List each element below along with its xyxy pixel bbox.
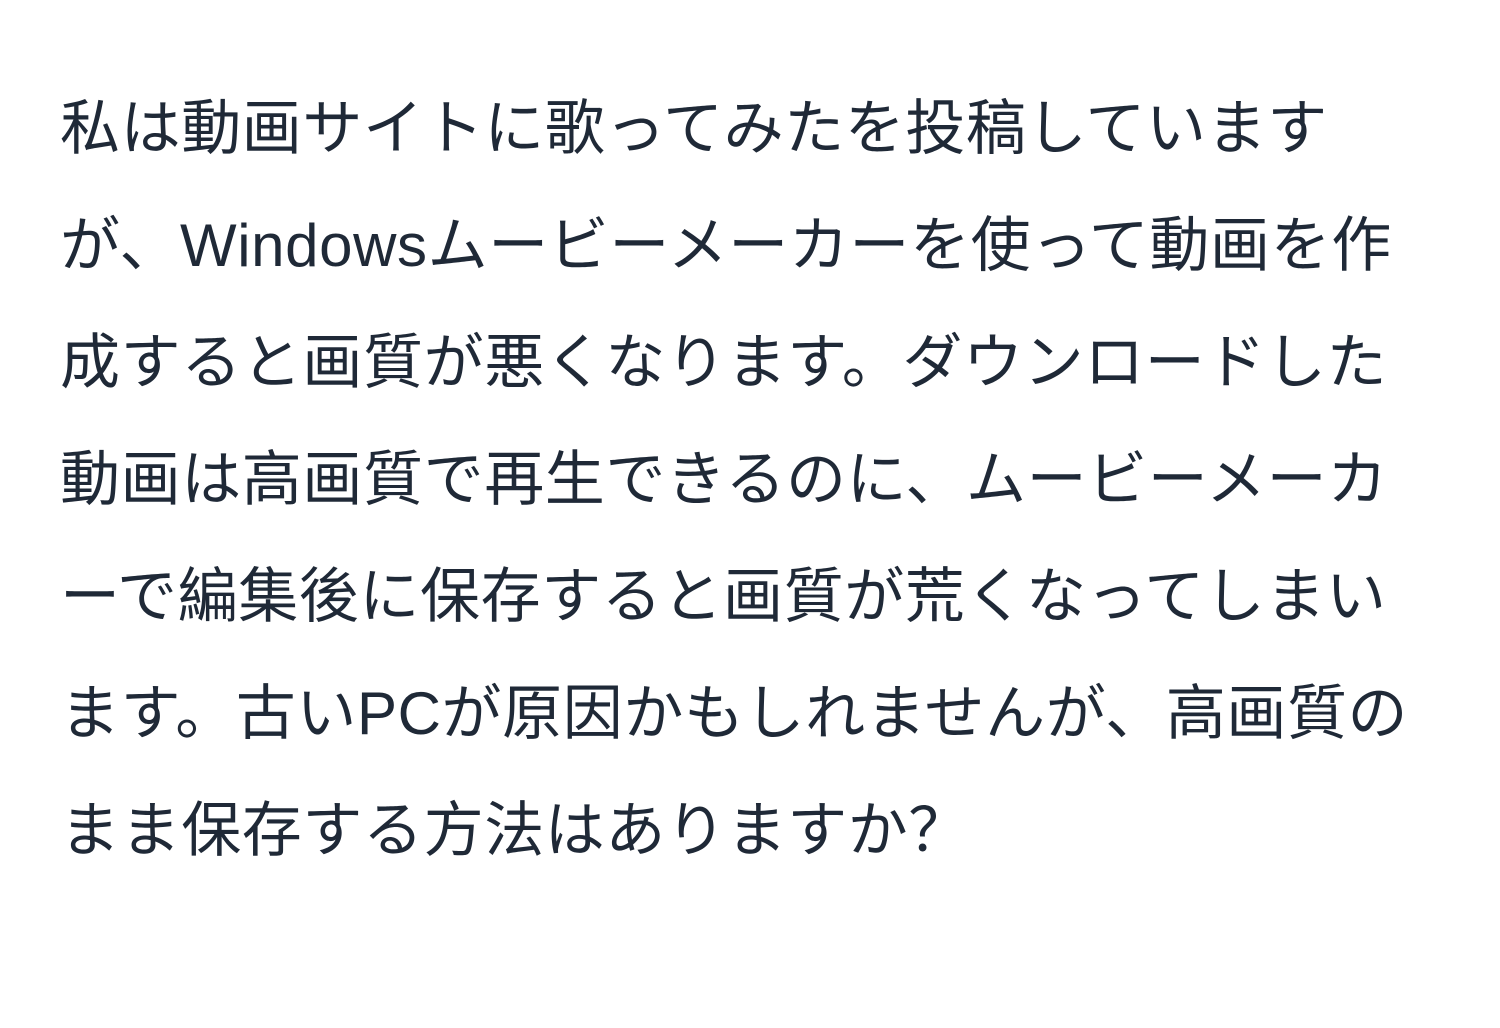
document-body-text: 私は動画サイトに歌ってみたを投稿していますが、Windowsムービーメーカーを使… — [60, 70, 1440, 889]
